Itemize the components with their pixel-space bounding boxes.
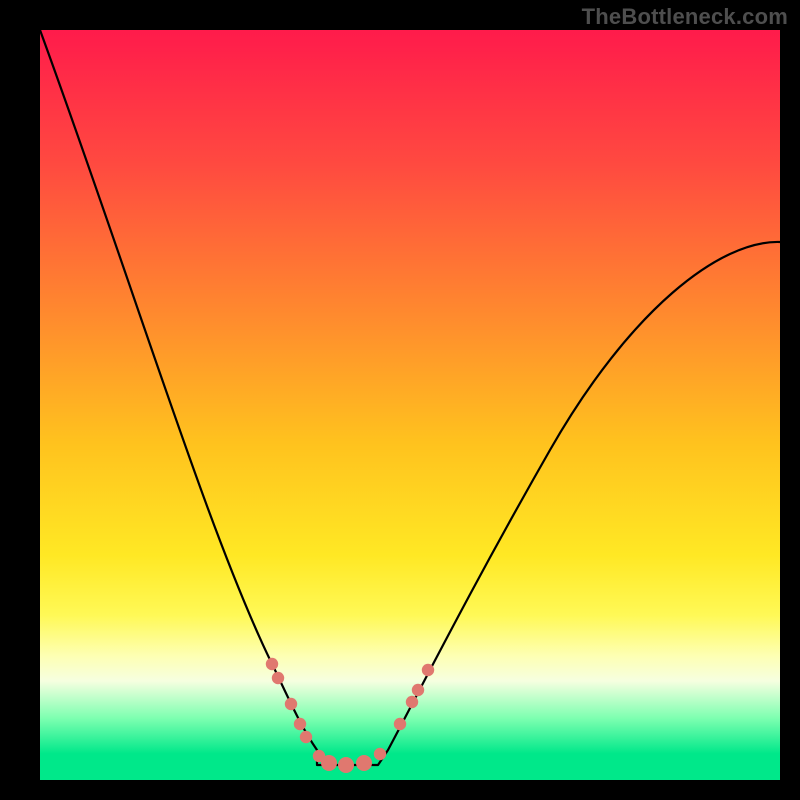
marker-dot xyxy=(412,684,424,696)
plot-area xyxy=(40,30,780,780)
marker-dot xyxy=(266,658,278,670)
marker-dot xyxy=(422,664,434,676)
marker-dot xyxy=(285,698,297,710)
marker-dot xyxy=(300,731,312,743)
marker-dot xyxy=(394,718,406,730)
marker-dot xyxy=(321,755,337,771)
chart-frame: TheBottleneck.com xyxy=(0,0,800,800)
marker-dot xyxy=(406,696,418,708)
marker-dot xyxy=(294,718,306,730)
marker-dot xyxy=(374,748,386,760)
gradient-background xyxy=(40,30,780,780)
marker-dot xyxy=(356,755,372,771)
marker-dot xyxy=(338,757,354,773)
bottleneck-chart xyxy=(40,30,780,780)
watermark-text: TheBottleneck.com xyxy=(582,4,788,30)
marker-dot xyxy=(272,672,284,684)
